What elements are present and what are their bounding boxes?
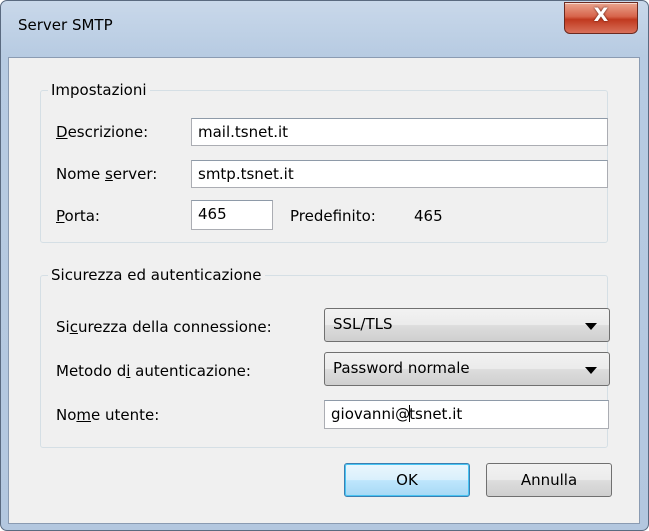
port-label: Porta: [56,207,100,225]
server-name-label: Nome server: [56,165,158,183]
username-input[interactable]: giovanni@tsnet.it [324,400,609,429]
port-input[interactable]: 465 [191,200,273,230]
cancel-button[interactable]: Annulla [486,463,612,497]
connection-security-label: Sicurezza della connessione: [56,318,272,336]
default-port-label: Predefinito: [290,207,376,225]
settings-legend: Impostazioni [51,81,147,99]
security-legend: Sicurezza ed autenticazione [51,266,262,284]
auth-method-select[interactable]: Password normale [324,352,610,386]
dialog-window: Server SMTP X Impostazioni Descrizione: … [0,0,649,531]
chevron-down-icon [585,367,597,374]
username-label: Nome utente: [56,406,160,424]
close-icon: X [593,4,609,26]
dialog-body: Impostazioni Descrizione: mail.tsnet.it … [8,57,640,524]
default-port-value: 465 [414,207,443,225]
description-label: Descrizione: [56,123,149,141]
connection-security-value: SSL/TLS [333,315,393,333]
chevron-down-icon [585,323,597,330]
auth-method-value: Password normale [333,359,470,377]
window-title: Server SMTP [18,16,113,34]
auth-method-label: Metodo di autenticazione: [56,362,251,380]
ok-button[interactable]: OK [344,463,470,497]
description-input[interactable]: mail.tsnet.it [191,118,608,146]
close-button[interactable]: X [564,2,638,34]
title-bar[interactable]: Server SMTP X [1,1,648,57]
connection-security-select[interactable]: SSL/TLS [324,308,610,342]
server-name-input[interactable]: smtp.tsnet.it [191,160,608,188]
